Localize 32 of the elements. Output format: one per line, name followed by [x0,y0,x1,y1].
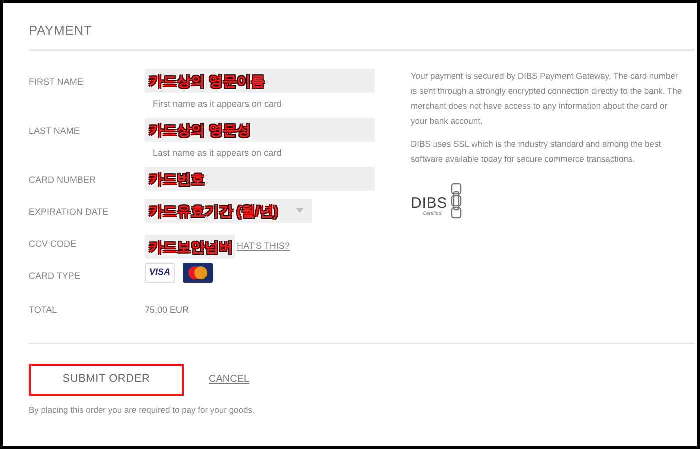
annotation-text: 카드번호 [149,172,205,186]
input-field[interactable]: 카드상의 영문이름 [145,68,375,92]
annotation-text: 카드보안넘버 [149,240,233,254]
field-hint: First name as it appears on card [153,98,284,111]
order-note: By placing this order you are required to pay for your goods. [29,404,256,416]
annotation-text: 카드유효기간 (월/년) [149,204,278,218]
total-amount: 75,00 EUR [145,304,190,316]
input-field[interactable]: 카드번호 [145,166,375,190]
field-label: FIRST NAME [29,76,84,88]
mastercard-logo[interactable] [183,262,213,282]
input-field[interactable]: 카드보안넘버 [145,234,235,258]
visa-logo[interactable]: VISA [145,262,175,282]
page-title: PAYMENT [29,22,94,40]
caret-icon [296,208,304,213]
submit-button[interactable]: SUBMIT ORDER [29,364,184,396]
annotation-text: 카드상의 영문성 [149,122,251,136]
input-field[interactable]: 카드상의 영문성 [145,118,375,142]
field-hint: Last name as it appears on card [153,146,283,160]
cancel-link[interactable]: CANCEL [209,372,250,387]
annotation-text: 카드상의 영문이름 [149,74,265,88]
date-select[interactable]: 카드유효기간 (월/년) [145,198,312,222]
help-link[interactable]: HAT'S THIS? [237,240,290,254]
chain-icon [450,182,464,218]
logo-text: DIBS [411,196,448,211]
field-label: CARD NUMBER [29,174,98,186]
field-label: TOTAL [29,304,58,316]
field-label: CCV CODE [29,238,78,250]
security-paragraph: Your payment is secured by DIBS Payment Gateway. The card number is sent through a strongly encrypted connection directly to the bank. The merchant does not have access to any information about the card or your bank account. [411,70,684,128]
field-label: LAST NAME [29,124,81,138]
field-label: EXPIRATION DATE [29,206,110,218]
security-paragraph: DIBS uses SSL which is the industry standard and among the best software available today for secure commerce transactions. [411,138,662,166]
field-label: CARD TYPE [29,270,82,282]
